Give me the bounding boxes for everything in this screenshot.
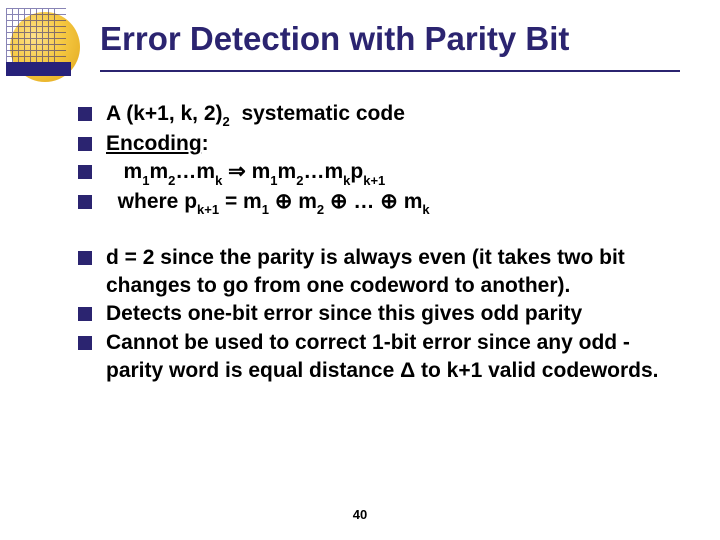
logo-bar bbox=[6, 62, 71, 76]
list-item-text: m1m2…mk ⇒ m1m2…mkpk+1 bbox=[106, 158, 680, 188]
list-item-text: d = 2 since the parity is always even (i… bbox=[106, 244, 680, 301]
slide-title: Error Detection with Parity Bit bbox=[100, 20, 569, 58]
bullet-icon bbox=[78, 251, 92, 265]
bullet-icon bbox=[78, 195, 92, 209]
bullet-icon bbox=[78, 307, 92, 321]
list-item-text: Detects one-bit error since this gives o… bbox=[106, 300, 680, 328]
slide-body: A (k+1, k, 2)2 systematic codeEncoding: … bbox=[78, 100, 680, 385]
list-item: Encoding: bbox=[78, 130, 680, 158]
bullet-icon bbox=[78, 336, 92, 350]
title-rule bbox=[100, 70, 680, 72]
bullet-icon bbox=[78, 107, 92, 121]
logo-grid bbox=[6, 8, 66, 68]
list-item: A (k+1, k, 2)2 systematic code bbox=[78, 100, 680, 130]
list-item: Detects one-bit error since this gives o… bbox=[78, 300, 680, 328]
list-item: where pk+1 = m1 ⊕ m2 ⊕ … ⊕ mk bbox=[78, 188, 680, 218]
bullet-icon bbox=[78, 165, 92, 179]
list-item-text: A (k+1, k, 2)2 systematic code bbox=[106, 100, 680, 130]
list-item-text: Cannot be used to correct 1-bit error si… bbox=[106, 329, 680, 386]
list-item: m1m2…mk ⇒ m1m2…mkpk+1 bbox=[78, 158, 680, 188]
bullet-icon bbox=[78, 137, 92, 151]
list-item-text: Encoding: bbox=[106, 130, 680, 158]
list-item: d = 2 since the parity is always even (i… bbox=[78, 244, 680, 301]
list-item: Cannot be used to correct 1-bit error si… bbox=[78, 329, 680, 386]
list-item-text: where pk+1 = m1 ⊕ m2 ⊕ … ⊕ mk bbox=[106, 188, 680, 218]
page-number: 40 bbox=[0, 507, 720, 522]
slide-logo bbox=[6, 8, 84, 86]
